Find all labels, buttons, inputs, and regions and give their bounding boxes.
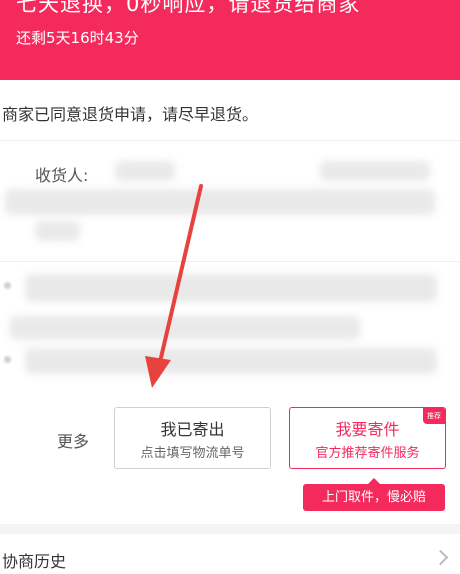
request-pickup-subtitle: 官方推荐寄件服务 <box>315 446 420 461</box>
countdown-text: 还剩5天16时43分 <box>16 29 139 47</box>
request-pickup-title: 我要寄件 <box>335 420 400 439</box>
countdown-banner: 七天退换，0秒响应，请退货给商家 还剩5天16时43分 <box>0 0 460 80</box>
more-label: 更多 <box>57 432 90 451</box>
receiver-label: 收货人: <box>35 166 89 185</box>
item-info-redacted <box>25 274 437 302</box>
pickup-promo-tooltip: 上门取件，慢必赔 <box>303 478 445 511</box>
item-info-redacted-3 <box>25 348 437 374</box>
banner-title: 七天退换，0秒响应，请退货给商家 <box>16 0 361 16</box>
notice-text: 商家已同意退货申请，请尽早退货。 <box>2 105 259 124</box>
already-shipped-title: 我已寄出 <box>160 420 225 439</box>
already-shipped-subtitle: 点击填写物流单号 <box>140 446 245 461</box>
chevron-right-icon <box>432 549 449 566</box>
receiver-phone-redacted <box>320 161 430 181</box>
section-separator <box>0 524 460 534</box>
returned-items-card <box>0 262 460 384</box>
receiver-name-redacted <box>115 161 175 181</box>
already-shipped-button[interactable]: 我已寄出 点击填写物流单号 <box>114 407 271 469</box>
more-options-row: 更多 我已寄出 点击填写物流单号 推荐 我要寄件 官方推荐寄件服务 上门取件，慢… <box>0 384 460 524</box>
address-line-redacted-2 <box>35 221 80 241</box>
request-pickup-button[interactable]: 推荐 我要寄件 官方推荐寄件服务 <box>289 407 446 469</box>
item-bullet <box>4 282 11 289</box>
negotiation-history-row[interactable]: 协商历史 <box>0 534 460 574</box>
item-info-redacted-2 <box>10 316 360 340</box>
return-address-card: 收货人: <box>0 141 460 262</box>
address-line-redacted <box>5 189 435 215</box>
negotiation-history-label: 协商历史 <box>2 552 67 571</box>
item-bullet-2 <box>4 356 11 363</box>
notice-bar: 商家已同意退货申请，请尽早退货。 <box>0 80 460 141</box>
